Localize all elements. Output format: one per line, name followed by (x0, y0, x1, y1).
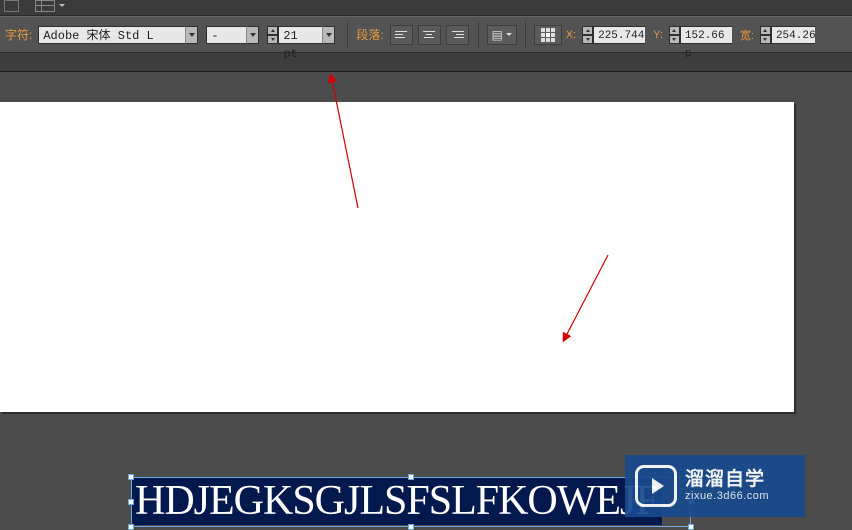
w-field[interactable]: 254.26 (771, 26, 815, 44)
font-size-dropdown[interactable] (322, 26, 335, 44)
divider (478, 22, 479, 48)
font-size-group: 21 pt (267, 26, 335, 44)
handle-top-left[interactable] (128, 474, 134, 480)
font-style-group: - (206, 26, 259, 44)
x-label: X: (566, 29, 576, 41)
font-family-group: Adobe 宋体 Std L (38, 26, 198, 44)
watermark: 溜溜自学 zixue.3d66.com (625, 455, 805, 517)
panel-toggle-icon[interactable] (4, 0, 19, 12)
handle-bottom-right[interactable] (688, 524, 694, 530)
align-right-button[interactable] (446, 25, 469, 45)
y-coord-group: 152.66 p (669, 26, 732, 44)
options-bar: 字符: Adobe 宋体 Std L - 21 pt 段落: ▤ X: 225.… (0, 16, 852, 53)
y-spinner[interactable] (669, 26, 680, 44)
canvas-stage[interactable]: HDJEGKSGJLSFSLFKOWEJF 溜溜自学 zixue.3d66.co… (0, 72, 852, 530)
paragraph-label: 段落: (356, 26, 383, 43)
align-center-button[interactable] (418, 25, 441, 45)
arrange-dropdown-icon[interactable] (59, 4, 65, 7)
x-field[interactable]: 225.744 (593, 26, 645, 44)
divider (525, 22, 526, 48)
divider (347, 22, 348, 48)
handle-mid-left[interactable] (128, 499, 134, 505)
watermark-url: zixue.3d66.com (685, 490, 769, 502)
reference-point-button[interactable] (534, 25, 562, 45)
text-content[interactable]: HDJEGKSGJLSFSLFKOWEJF (131, 477, 662, 525)
font-family-field[interactable]: Adobe 宋体 Std L (38, 26, 185, 44)
w-coord-group: 254.26 (760, 26, 815, 44)
font-style-dropdown[interactable] (246, 26, 259, 44)
y-field[interactable]: 152.66 p (680, 26, 732, 44)
y-label: Y: (653, 29, 663, 41)
document-tab-bar (0, 53, 852, 72)
w-spinner[interactable] (760, 26, 771, 44)
x-coord-group: 225.744 (582, 26, 645, 44)
align-left-button[interactable] (390, 25, 413, 45)
font-family-dropdown[interactable] (185, 26, 198, 44)
list-icon: ▤ (492, 29, 503, 41)
window-topstrip (0, 0, 852, 16)
character-label: 字符: (5, 26, 32, 43)
watermark-title: 溜溜自学 (685, 470, 769, 491)
handle-top-center[interactable] (408, 474, 414, 480)
arrange-documents-icon[interactable] (35, 0, 55, 12)
play-icon (635, 465, 677, 507)
font-size-field[interactable]: 21 pt (278, 26, 322, 44)
x-spinner[interactable] (582, 26, 593, 44)
w-label: 宽: (740, 27, 754, 43)
handle-bottom-left[interactable] (128, 524, 134, 530)
list-options-button[interactable]: ▤ (487, 25, 517, 45)
font-size-spinner[interactable] (267, 26, 278, 44)
font-style-field[interactable]: - (206, 26, 246, 44)
reference-point-icon (541, 28, 555, 42)
page[interactable] (0, 102, 794, 412)
handle-bottom-center[interactable] (408, 524, 414, 530)
text-frame[interactable]: HDJEGKSGJLSFSLFKOWEJF (131, 477, 691, 527)
